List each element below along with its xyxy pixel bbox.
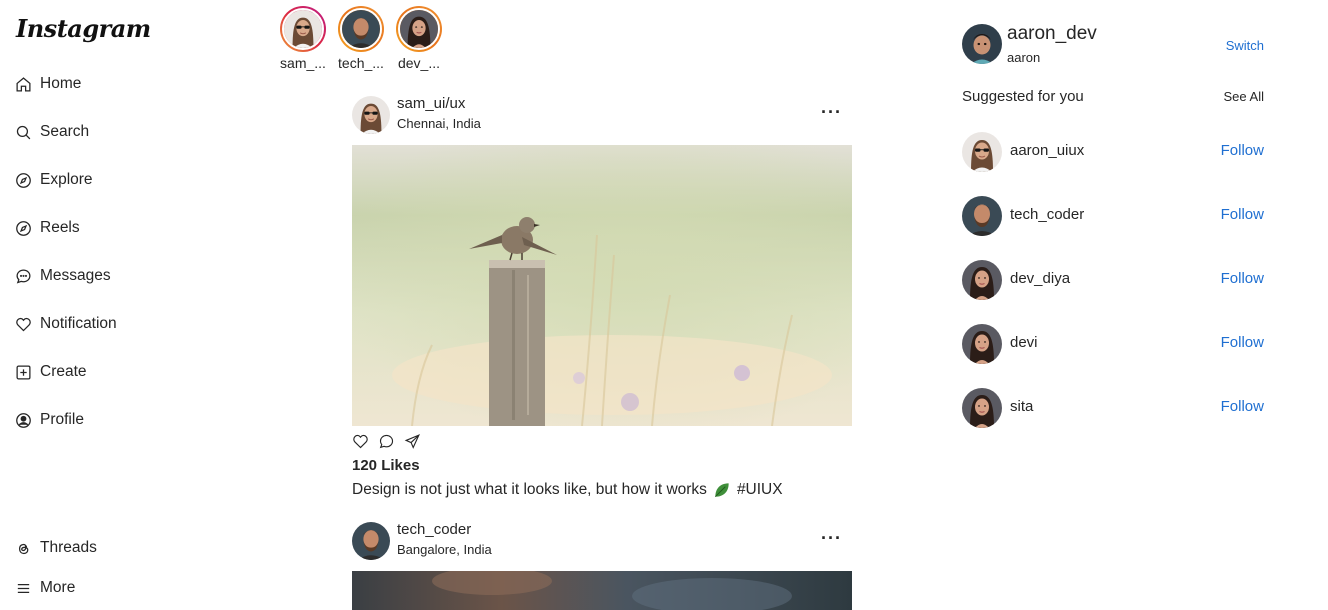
switch-account-link[interactable]: Switch bbox=[1226, 38, 1264, 53]
story-label: sam_... bbox=[280, 55, 326, 71]
follow-button[interactable]: Follow bbox=[1221, 270, 1264, 287]
post-actions bbox=[352, 433, 852, 451]
stories-bar: sam_... tech_... dev_... bbox=[280, 6, 442, 71]
current-name: aaron bbox=[1007, 50, 1041, 65]
post-username[interactable]: tech_coder bbox=[397, 521, 471, 538]
see-all-link[interactable]: See All bbox=[1224, 89, 1264, 104]
story-item[interactable]: sam_... bbox=[280, 6, 326, 71]
suggestion-username[interactable]: sita bbox=[1010, 398, 1033, 415]
sidebar-item-label: Notification bbox=[40, 315, 117, 332]
current-user: aaron_dev aaron Switch bbox=[962, 23, 1266, 66]
avatar[interactable] bbox=[962, 388, 1002, 428]
home-icon bbox=[14, 75, 32, 93]
story-ring bbox=[280, 6, 326, 52]
sidebar-item-label: Threads bbox=[40, 539, 97, 556]
suggestion-row: tech_coder Follow bbox=[962, 196, 1266, 236]
more-options-icon[interactable]: ··· bbox=[821, 102, 842, 123]
reels-icon bbox=[14, 219, 32, 237]
caption-text: Design is not just what it looks like, b… bbox=[352, 481, 707, 498]
post-location: Chennai, India bbox=[397, 116, 481, 131]
suggestion-row: devi Follow bbox=[962, 324, 1266, 364]
suggestion-row: sita Follow bbox=[962, 388, 1266, 428]
sidebar-item-threads[interactable]: Threads bbox=[14, 534, 97, 562]
sidebar-item-label: Profile bbox=[40, 411, 84, 428]
suggestion-username[interactable]: devi bbox=[1010, 334, 1038, 351]
avatar[interactable] bbox=[962, 324, 1002, 364]
sidebar-item-reels[interactable]: Reels bbox=[14, 214, 80, 242]
instagram-logo[interactable]: Instagram bbox=[16, 14, 151, 43]
sidebar: Instagram Home Search Explore Reels Mess… bbox=[0, 0, 260, 610]
sidebar-item-create[interactable]: Create bbox=[14, 358, 87, 386]
suggestion-username[interactable]: dev_diya bbox=[1010, 270, 1070, 287]
current-username[interactable]: aaron_dev bbox=[1007, 23, 1097, 45]
heart-icon bbox=[14, 315, 32, 333]
threads-icon bbox=[14, 539, 32, 557]
story-item[interactable]: dev_... bbox=[396, 6, 442, 71]
story-ring bbox=[396, 6, 442, 52]
feed-post: sam_ui/ux Chennai, India ··· 120 Likes D… bbox=[352, 94, 852, 500]
sidebar-item-explore[interactable]: Explore bbox=[14, 166, 93, 194]
suggestion-row: aaron_uiux Follow bbox=[962, 132, 1266, 172]
avatar[interactable] bbox=[962, 132, 1002, 172]
right-panel: aaron_dev aaron Switch Suggested for you… bbox=[962, 0, 1266, 610]
caption-hashtag[interactable]: #UIUX bbox=[737, 481, 783, 499]
suggestion-username[interactable]: aaron_uiux bbox=[1010, 142, 1084, 159]
follow-button[interactable]: Follow bbox=[1221, 334, 1264, 351]
story-item[interactable]: tech_... bbox=[338, 6, 384, 71]
sidebar-item-home[interactable]: Home bbox=[14, 70, 81, 98]
follow-button[interactable]: Follow bbox=[1221, 206, 1264, 223]
sidebar-item-label: Create bbox=[40, 363, 87, 380]
suggestions-header: Suggested for you See All bbox=[962, 88, 1266, 106]
comment-icon[interactable] bbox=[378, 433, 396, 451]
sidebar-item-label: Home bbox=[40, 75, 82, 92]
suggestion-row: dev_diya Follow bbox=[962, 260, 1266, 300]
plus-square-icon bbox=[14, 363, 32, 381]
like-icon[interactable] bbox=[352, 433, 370, 451]
sidebar-item-messages[interactable]: Messages bbox=[14, 262, 111, 290]
suggestion-username[interactable]: tech_coder bbox=[1010, 206, 1084, 223]
sidebar-item-notification[interactable]: Notification bbox=[14, 310, 117, 338]
sidebar-item-label: Explore bbox=[40, 171, 93, 188]
post-header: sam_ui/ux Chennai, India ··· bbox=[352, 94, 852, 136]
post-location: Bangalore, India bbox=[397, 542, 492, 557]
avatar bbox=[282, 8, 324, 50]
post-image[interactable] bbox=[352, 145, 852, 426]
avatar bbox=[340, 8, 382, 50]
post-caption: Design is not just what it looks like, b… bbox=[352, 480, 852, 500]
post-header: tech_coder Bangalore, India ··· bbox=[352, 520, 852, 562]
share-icon[interactable] bbox=[404, 433, 422, 451]
avatar bbox=[398, 8, 440, 50]
post-username[interactable]: sam_ui/ux bbox=[397, 95, 465, 112]
story-ring bbox=[338, 6, 384, 52]
sidebar-item-profile[interactable]: Profile bbox=[14, 406, 84, 434]
avatar[interactable] bbox=[962, 24, 1002, 64]
post-image[interactable] bbox=[352, 571, 852, 610]
sidebar-item-label: Reels bbox=[40, 219, 80, 236]
suggestions-title: Suggested for you bbox=[962, 88, 1084, 105]
avatar[interactable] bbox=[962, 196, 1002, 236]
sidebar-item-label: More bbox=[40, 579, 76, 596]
message-icon bbox=[14, 267, 32, 285]
post-photo bbox=[352, 571, 852, 610]
profile-icon bbox=[14, 411, 32, 429]
sidebar-item-search[interactable]: Search bbox=[14, 118, 89, 146]
story-label: tech_... bbox=[338, 55, 384, 71]
leaf-icon bbox=[712, 480, 732, 500]
menu-icon bbox=[14, 579, 32, 597]
compass-icon bbox=[14, 171, 32, 189]
search-icon bbox=[14, 123, 32, 141]
follow-button[interactable]: Follow bbox=[1221, 398, 1264, 415]
bird-photo bbox=[352, 145, 852, 426]
avatar[interactable] bbox=[352, 522, 390, 560]
likes-count: 120 Likes bbox=[352, 457, 420, 474]
story-label: dev_... bbox=[397, 55, 441, 71]
sidebar-item-label: Search bbox=[40, 123, 90, 140]
sidebar-item-label: Messages bbox=[40, 267, 111, 284]
sidebar-item-more[interactable]: More bbox=[14, 574, 75, 602]
more-options-icon[interactable]: ··· bbox=[821, 528, 842, 549]
avatar[interactable] bbox=[352, 96, 390, 134]
follow-button[interactable]: Follow bbox=[1221, 142, 1264, 159]
feed-post: tech_coder Bangalore, India ··· bbox=[352, 520, 852, 610]
avatar[interactable] bbox=[962, 260, 1002, 300]
